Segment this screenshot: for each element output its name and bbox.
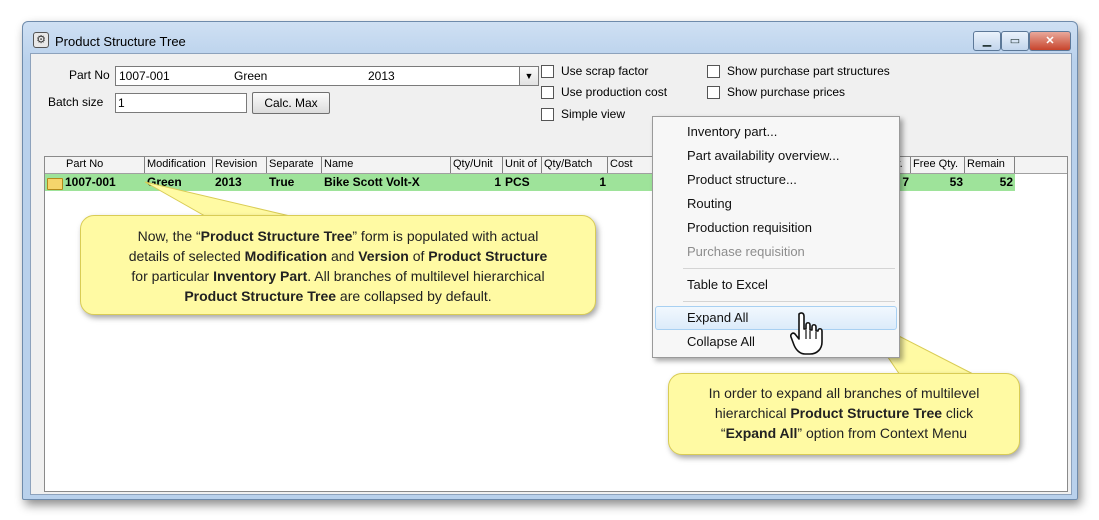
menu-item-purchase-requisition: Purchase requisition bbox=[687, 244, 805, 259]
menu-item-expand-all[interactable]: Expand All bbox=[687, 307, 748, 329]
menu-separator bbox=[683, 268, 895, 269]
menu-separator bbox=[683, 301, 895, 302]
menu-item-production-requisition[interactable]: Production requisition bbox=[687, 217, 812, 239]
menu-item-collapse-all[interactable]: Collapse All bbox=[687, 331, 755, 353]
left-callout: Now, the “Product Structure Tree” form i… bbox=[80, 215, 596, 315]
hand-cursor-icon bbox=[790, 312, 823, 355]
right-callout: In order to expand all branches of multi… bbox=[668, 373, 1020, 455]
menu-item-part-availability[interactable]: Part availability overview... bbox=[687, 145, 839, 167]
left-callout-pointer bbox=[144, 181, 291, 217]
menu-item-inventory-part[interactable]: Inventory part... bbox=[687, 121, 777, 143]
menu-item-routing[interactable]: Routing bbox=[687, 193, 732, 215]
menu-item-table-to-excel[interactable]: Table to Excel bbox=[687, 274, 768, 296]
menu-item-product-structure[interactable]: Product structure... bbox=[687, 169, 797, 191]
context-menu: Inventory part... Part availability over… bbox=[652, 116, 900, 358]
